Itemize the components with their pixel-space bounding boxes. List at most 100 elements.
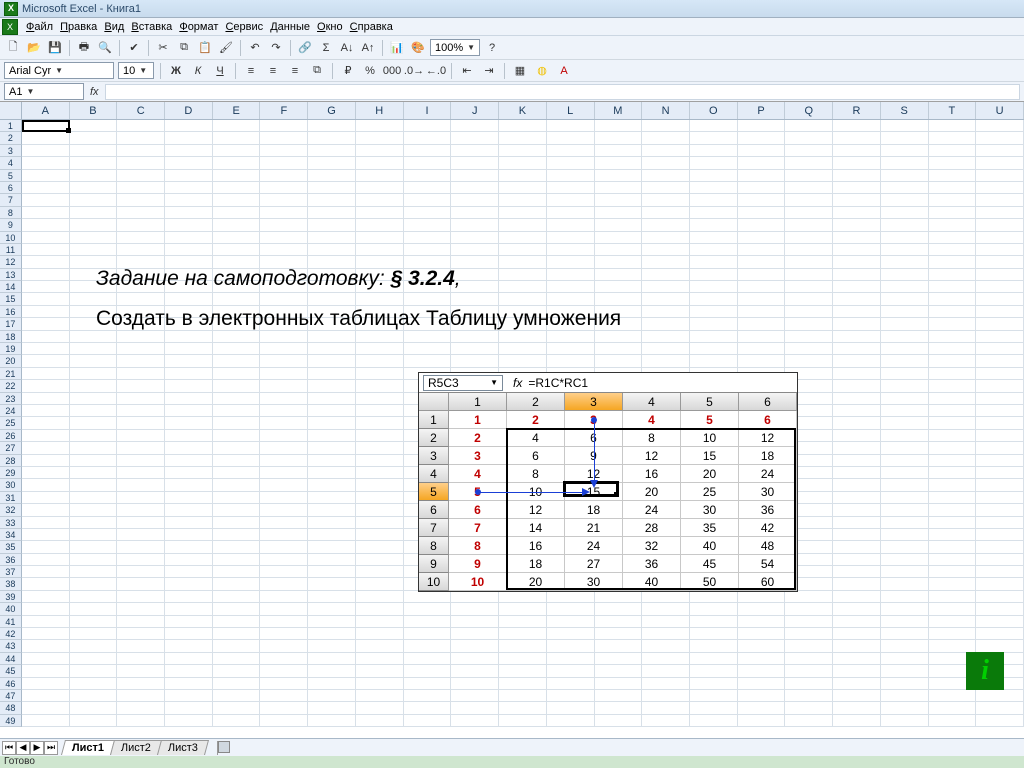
cell[interactable]	[213, 603, 261, 615]
cell[interactable]	[260, 603, 308, 615]
cell[interactable]	[833, 269, 881, 281]
cell[interactable]	[785, 293, 833, 305]
cell[interactable]	[451, 331, 499, 343]
cell[interactable]	[404, 628, 452, 640]
cell[interactable]	[833, 541, 881, 553]
cell[interactable]	[213, 219, 261, 231]
cell[interactable]	[929, 194, 977, 206]
cell[interactable]	[833, 182, 881, 194]
cell[interactable]	[213, 417, 261, 429]
cell[interactable]	[22, 368, 70, 380]
cell[interactable]	[165, 157, 213, 169]
cell[interactable]	[213, 355, 261, 367]
cell[interactable]	[690, 132, 738, 144]
row-header[interactable]: 37	[0, 566, 22, 578]
cell[interactable]	[881, 541, 929, 553]
row-header[interactable]: 2	[0, 132, 22, 144]
cell[interactable]	[356, 603, 404, 615]
horizontal-scrollbar[interactable]	[217, 741, 1024, 755]
cell[interactable]	[738, 702, 786, 714]
cell[interactable]	[404, 665, 452, 677]
cell[interactable]	[833, 578, 881, 590]
cell[interactable]	[499, 182, 547, 194]
cell[interactable]	[260, 244, 308, 256]
cell[interactable]	[308, 492, 356, 504]
cell[interactable]	[356, 405, 404, 417]
cell[interactable]	[308, 207, 356, 219]
cell[interactable]	[785, 331, 833, 343]
cell[interactable]	[22, 616, 70, 628]
row-header[interactable]: 27	[0, 442, 22, 454]
cell[interactable]	[881, 207, 929, 219]
cell[interactable]	[70, 244, 118, 256]
cell[interactable]	[260, 207, 308, 219]
cell[interactable]	[785, 281, 833, 293]
cell[interactable]	[404, 182, 452, 194]
sheet-tab[interactable]: Лист2	[110, 740, 162, 755]
cell[interactable]	[642, 331, 690, 343]
cell[interactable]	[881, 293, 929, 305]
cell[interactable]	[404, 170, 452, 182]
cell[interactable]	[833, 219, 881, 231]
cell[interactable]	[117, 653, 165, 665]
cell[interactable]	[213, 554, 261, 566]
cell[interactable]	[451, 120, 499, 132]
cell[interactable]	[881, 194, 929, 206]
cell[interactable]	[70, 678, 118, 690]
cell[interactable]	[117, 566, 165, 578]
cell[interactable]	[213, 455, 261, 467]
cell[interactable]	[117, 417, 165, 429]
cell[interactable]	[499, 715, 547, 727]
drawing-icon[interactable]: 🎨	[409, 39, 427, 57]
cell[interactable]	[308, 343, 356, 355]
cell[interactable]	[499, 653, 547, 665]
row-header[interactable]: 20	[0, 355, 22, 367]
cell[interactable]	[929, 529, 977, 541]
cell[interactable]	[785, 207, 833, 219]
cell[interactable]	[260, 690, 308, 702]
cell[interactable]	[356, 207, 404, 219]
cell[interactable]	[547, 690, 595, 702]
cell[interactable]	[22, 306, 70, 318]
cell[interactable]	[929, 219, 977, 231]
cell[interactable]	[833, 455, 881, 467]
cell[interactable]	[690, 591, 738, 603]
cell[interactable]	[308, 467, 356, 479]
cell[interactable]	[213, 170, 261, 182]
cell[interactable]	[595, 603, 643, 615]
cell[interactable]	[117, 715, 165, 727]
cell[interactable]	[260, 479, 308, 491]
cell[interactable]	[833, 120, 881, 132]
row-header[interactable]: 28	[0, 455, 22, 467]
cell[interactable]	[785, 355, 833, 367]
cell[interactable]	[642, 355, 690, 367]
cell[interactable]	[117, 628, 165, 640]
cell[interactable]	[260, 132, 308, 144]
cell[interactable]	[595, 132, 643, 144]
cell[interactable]	[260, 157, 308, 169]
sort-desc-icon[interactable]: A↑	[359, 39, 377, 57]
cell[interactable]	[70, 653, 118, 665]
cell[interactable]	[547, 145, 595, 157]
cell[interactable]	[70, 578, 118, 590]
cell[interactable]	[213, 517, 261, 529]
cell[interactable]	[833, 640, 881, 652]
cell[interactable]	[70, 479, 118, 491]
row-header[interactable]: 11	[0, 244, 22, 256]
cell[interactable]	[213, 616, 261, 628]
cell[interactable]	[547, 281, 595, 293]
cell[interactable]	[833, 665, 881, 677]
cell[interactable]	[785, 157, 833, 169]
cell[interactable]	[929, 467, 977, 479]
cell[interactable]	[547, 170, 595, 182]
cell[interactable]	[22, 331, 70, 343]
cell[interactable]	[213, 640, 261, 652]
cell[interactable]	[356, 517, 404, 529]
cell[interactable]	[738, 678, 786, 690]
cell[interactable]	[356, 690, 404, 702]
cell[interactable]	[260, 145, 308, 157]
row-header[interactable]: 24	[0, 405, 22, 417]
cell[interactable]	[738, 194, 786, 206]
cell[interactable]	[976, 405, 1024, 417]
cell[interactable]	[213, 653, 261, 665]
